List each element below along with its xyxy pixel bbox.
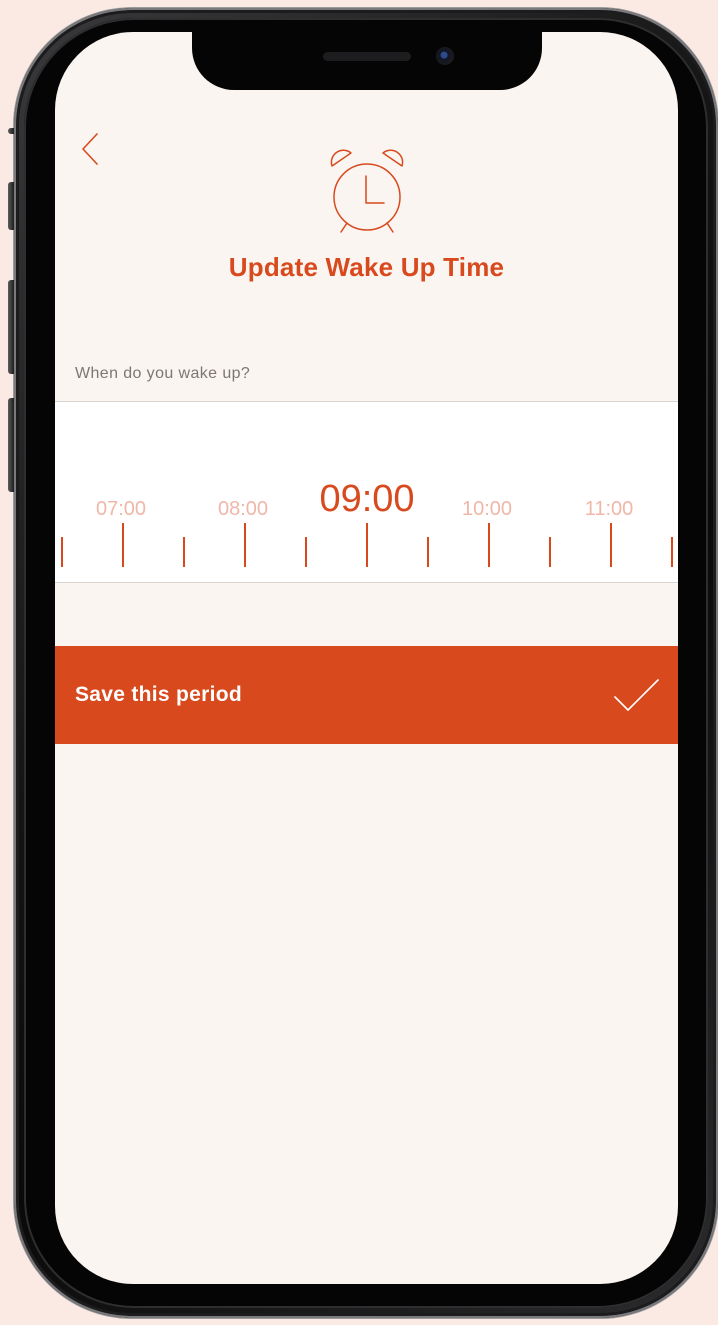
save-period-button[interactable]: Save this period bbox=[55, 646, 678, 744]
ruler-minor-tick bbox=[305, 537, 307, 567]
ruler-minor-tick bbox=[183, 537, 185, 567]
ruler-major-tick bbox=[244, 523, 246, 567]
time-option-0700[interactable]: 07:00 bbox=[66, 498, 176, 521]
ruler-minor-tick bbox=[61, 537, 63, 567]
back-button[interactable] bbox=[77, 130, 107, 170]
silent-switch bbox=[8, 182, 14, 230]
page-title: Update Wake Up Time bbox=[228, 252, 505, 282]
time-option-0800[interactable]: 08:00 bbox=[188, 498, 298, 521]
ruler-minor-tick bbox=[671, 537, 673, 567]
time-option-selected[interactable]: 09:00 bbox=[294, 478, 440, 521]
volume-down-button bbox=[8, 398, 14, 492]
ruler-major-tick bbox=[488, 523, 490, 567]
wake-up-question: When do you wake up? bbox=[75, 365, 251, 382]
chevron-left-icon bbox=[82, 133, 98, 165]
time-option-1000[interactable]: 10:00 bbox=[432, 498, 542, 521]
ruler-major-tick bbox=[610, 523, 612, 567]
time-picker-ruler[interactable]: 07:00 08:00 09:00 10:00 11:00 bbox=[55, 401, 678, 583]
checkmark-icon bbox=[614, 679, 659, 711]
time-option-1100[interactable]: 11:00 bbox=[554, 498, 664, 521]
app-screen: Update Wake Up Time When do you wake up?… bbox=[55, 32, 678, 1284]
save-period-label: Save this period bbox=[75, 683, 243, 706]
alarm-clock-icon bbox=[324, 145, 410, 237]
phone-side-notch bbox=[8, 128, 14, 134]
ruler-major-tick-selected bbox=[366, 523, 368, 567]
front-camera bbox=[436, 47, 454, 65]
ruler-minor-tick bbox=[427, 537, 429, 567]
volume-up-button bbox=[8, 280, 14, 374]
notch bbox=[192, 32, 542, 90]
ruler-major-tick bbox=[122, 523, 124, 567]
ruler-minor-tick bbox=[549, 537, 551, 567]
earpiece-speaker bbox=[323, 52, 411, 61]
